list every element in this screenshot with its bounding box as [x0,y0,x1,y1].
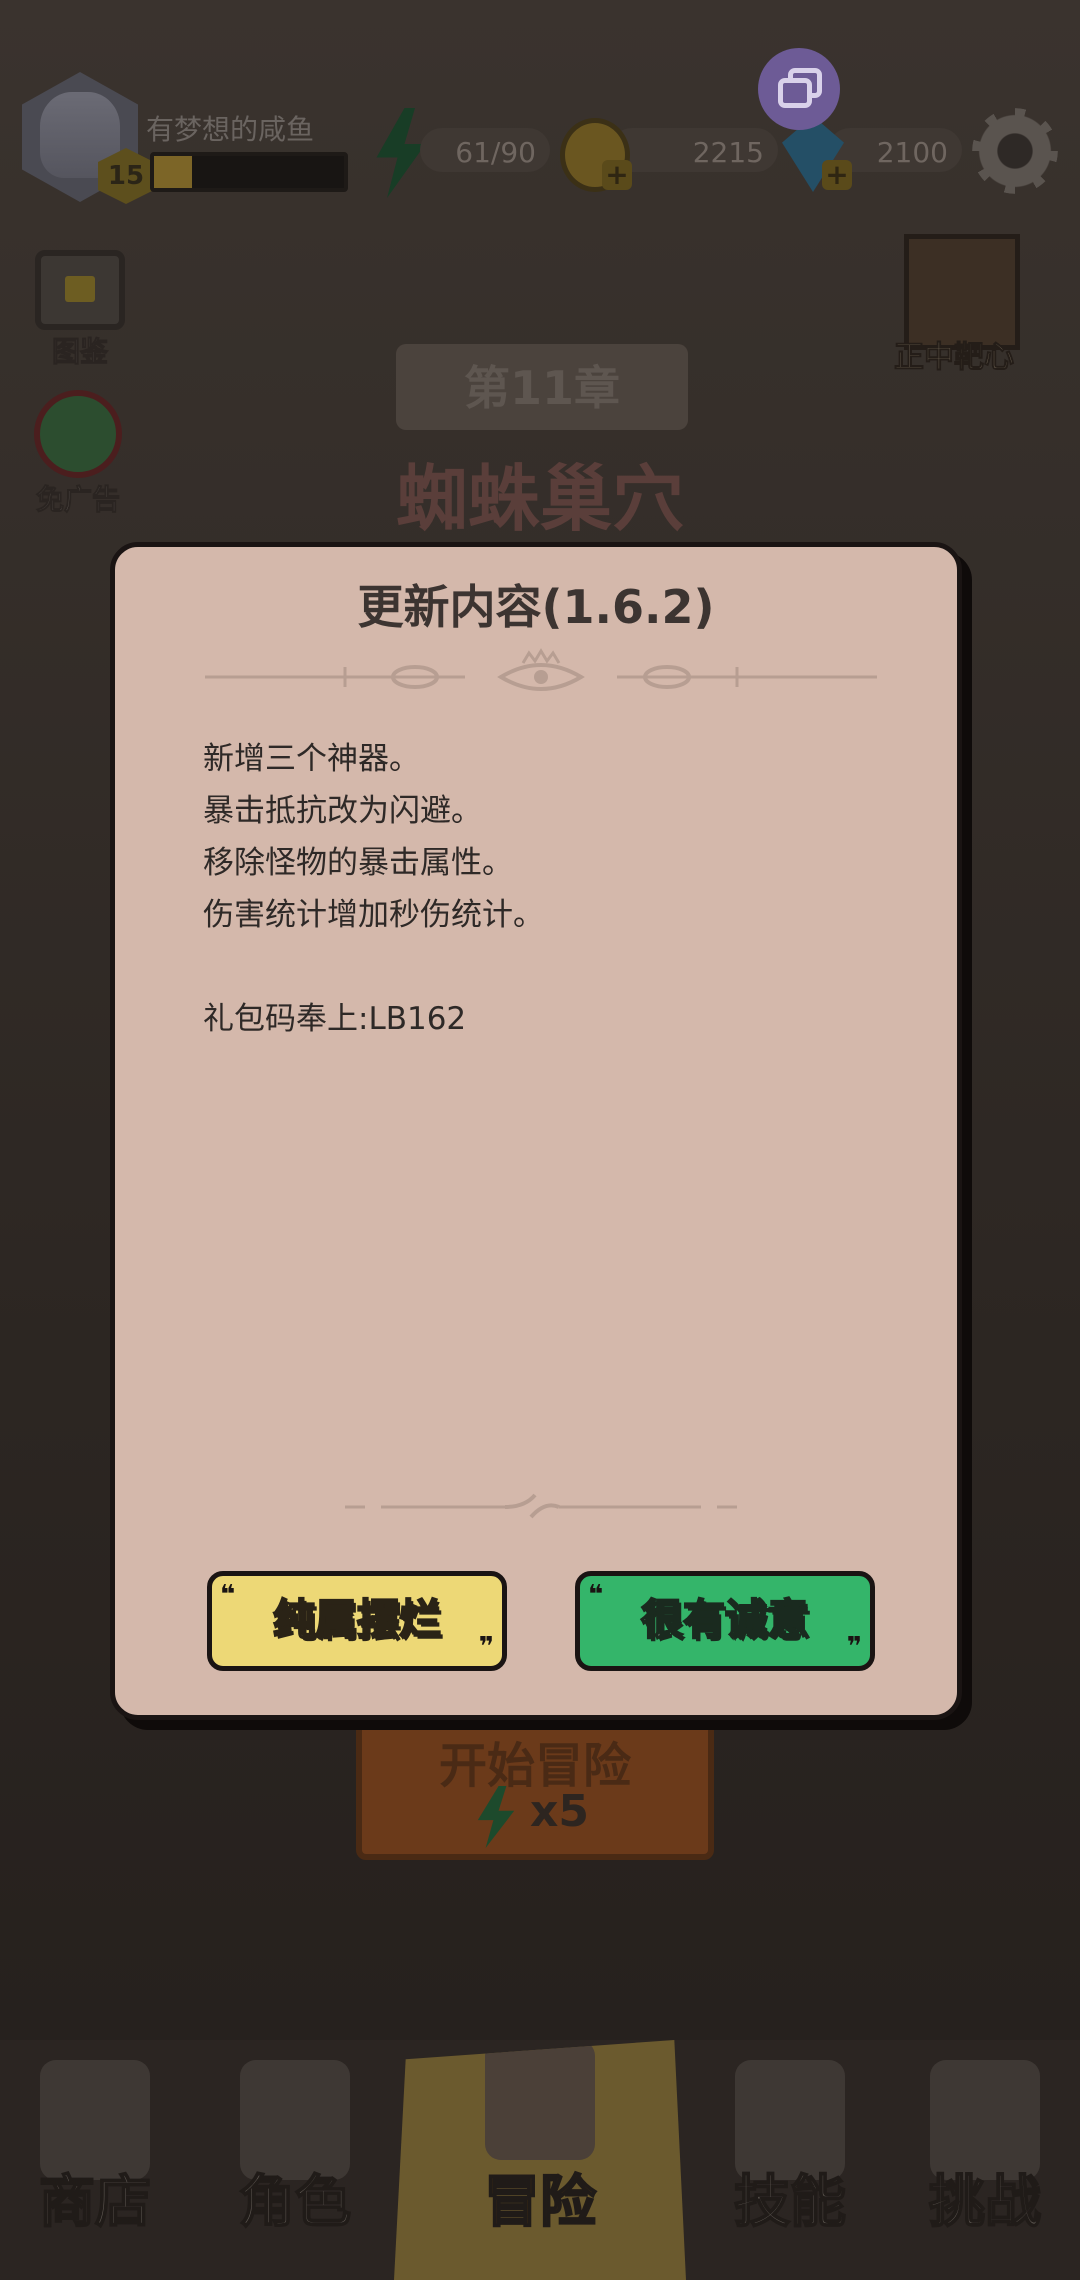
reject-button-label: 纯属摆烂 [272,1594,442,1645]
quote-mark-icon: ❞ [846,1632,862,1662]
ornamental-divider-bottom [345,1493,737,1519]
quote-mark-icon: ❞ [478,1632,494,1662]
accept-button[interactable]: ❝ 很有诚意 ❞ [575,1571,875,1671]
quote-mark-icon: ❝ [588,1580,604,1610]
accept-button-label: 很有诚意 [640,1594,810,1645]
dialog-title: 更新内容(1.6.2) [357,580,715,634]
update-line: 新增三个神器。 [203,741,420,777]
gift-code-line: 礼包码奉上:LB162 [203,1001,467,1037]
dialog-body: 新增三个神器。 暴击抵抗改为闪避。 移除怪物的暴击属性。 伤害统计增加秒伤统计。… [203,733,883,1045]
update-line: 伤害统计增加秒伤统计。 [203,897,544,933]
update-notes-dialog: 更新内容(1.6.2) 新增三个神器。 暴击抵抗改为闪避。 移除怪物的暴击属性。… [110,542,962,1720]
update-line: 移除怪物的暴击属性。 [203,845,513,881]
reject-button[interactable]: ❝ 纯属摆烂 ❞ [207,1571,507,1671]
ornamental-divider-top [205,648,877,691]
quote-mark-icon: ❝ [220,1580,236,1610]
update-line: 暴击抵抗改为闪避。 [203,793,482,829]
